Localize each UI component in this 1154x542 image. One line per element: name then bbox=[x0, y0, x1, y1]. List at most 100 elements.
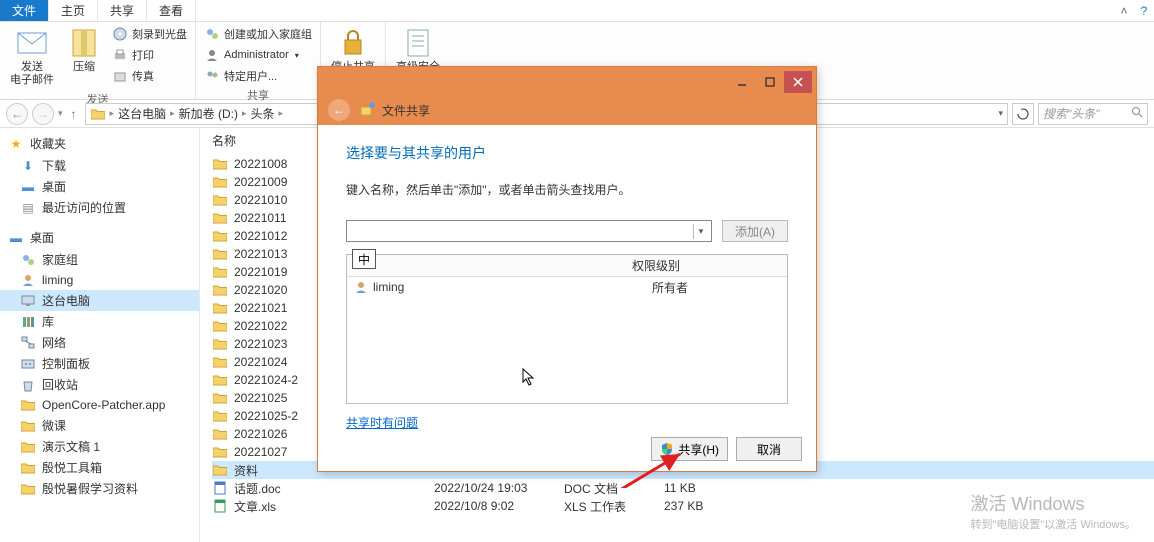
sidebar-control[interactable]: 控制面板 bbox=[0, 353, 199, 374]
sidebar-tools[interactable]: 殷悦工具箱 bbox=[0, 457, 199, 478]
user-name: liming bbox=[373, 280, 652, 294]
fax-icon bbox=[112, 68, 128, 84]
permission-table: 中 权限级别 liming 所有者 bbox=[346, 254, 788, 404]
dialog-heading: 选择要与其共享的用户 bbox=[346, 143, 788, 163]
share-button[interactable]: 共享(H) bbox=[651, 437, 728, 461]
specific-user-button[interactable]: 特定用户... bbox=[202, 67, 314, 85]
favorites-category[interactable]: ★收藏夹 bbox=[0, 132, 199, 155]
tab-home[interactable]: 主页 bbox=[49, 0, 98, 21]
folder-icon bbox=[212, 444, 228, 460]
zip-icon bbox=[68, 27, 100, 59]
sidebar-homegroup[interactable]: 家庭组 bbox=[0, 249, 199, 270]
checklist-icon bbox=[402, 27, 434, 59]
tab-file[interactable]: 文件 bbox=[0, 0, 49, 21]
sidebar-recycle[interactable]: 回收站 bbox=[0, 374, 199, 395]
sidebar-opencore[interactable]: OpenCore-Patcher.app bbox=[0, 395, 199, 415]
bc-volume[interactable]: 新加卷 (D:) bbox=[179, 105, 238, 122]
sidebar: ★收藏夹 ⬇下载 ▬桌面 ▤最近访问的位置 ▬桌面 家庭组 liming 这台电… bbox=[0, 128, 200, 542]
ribbon-collapse-icon[interactable]: ˄ bbox=[1114, 0, 1134, 21]
nav-forward-button[interactable]: → bbox=[32, 103, 54, 125]
maximize-button[interactable] bbox=[756, 71, 784, 93]
search-input[interactable]: 搜索"头条" bbox=[1038, 103, 1148, 125]
sidebar-weike[interactable]: 微课 bbox=[0, 415, 199, 436]
user-icon bbox=[20, 272, 36, 288]
disc-icon bbox=[112, 26, 128, 42]
xls-icon bbox=[212, 498, 228, 514]
lock-icon bbox=[337, 27, 369, 59]
file-share-dialog: ← 文件共享 选择要与其共享的用户 键入名称，然后单击"添加"，或者单击箭头查找… bbox=[317, 66, 817, 472]
nav-back-button[interactable]: ← bbox=[6, 103, 28, 125]
user-icon bbox=[353, 279, 369, 295]
network-icon bbox=[20, 335, 36, 351]
sidebar-libraries[interactable]: 库 bbox=[0, 311, 199, 332]
folder-icon bbox=[212, 426, 228, 442]
sidebar-demo[interactable]: 演示文稿 1 bbox=[0, 436, 199, 457]
folder-icon bbox=[212, 462, 228, 478]
homegroup-icon bbox=[204, 26, 220, 42]
folder-icon bbox=[212, 336, 228, 352]
activation-watermark: 激活 Windows 转到"电脑设置"以激活 Windows。 bbox=[971, 490, 1137, 532]
folder-icon bbox=[212, 210, 228, 226]
bc-folder[interactable]: 头条 bbox=[250, 105, 274, 122]
folder-icon bbox=[212, 318, 228, 334]
table-row[interactable]: liming 所有者 bbox=[347, 277, 787, 297]
envelope-icon bbox=[16, 27, 48, 59]
print-button[interactable]: 打印 bbox=[110, 46, 189, 64]
sidebar-recent[interactable]: ▤最近访问的位置 bbox=[0, 197, 199, 218]
chevron-down-icon[interactable]: ▾ bbox=[693, 224, 708, 239]
bc-thispc[interactable]: 这台电脑 bbox=[118, 105, 166, 122]
recent-icon: ▤ bbox=[20, 200, 36, 216]
libraries-icon bbox=[20, 314, 36, 330]
nav-recent-icon[interactable]: ▾ bbox=[58, 108, 63, 119]
printer-icon bbox=[112, 47, 128, 63]
admin-button[interactable]: Administrator▾ bbox=[202, 46, 314, 64]
trouble-link[interactable]: 共享时有问题 bbox=[346, 414, 418, 431]
folder-icon bbox=[20, 481, 36, 497]
user-combo[interactable]: ▾ bbox=[346, 220, 712, 242]
sidebar-network[interactable]: 网络 bbox=[0, 332, 199, 353]
folder-icon bbox=[212, 246, 228, 262]
add-button[interactable]: 添加(A) bbox=[722, 220, 788, 242]
col-permission[interactable]: 权限级别 bbox=[632, 257, 787, 274]
breadcrumb-dropdown-icon[interactable]: ▾ bbox=[998, 108, 1003, 119]
folder-icon bbox=[90, 106, 106, 122]
folder-icon bbox=[20, 418, 36, 434]
dialog-instruction: 键入名称，然后单击"添加"，或者单击箭头查找用户。 bbox=[346, 181, 788, 198]
tab-share[interactable]: 共享 bbox=[98, 0, 147, 21]
homegroup-icon bbox=[20, 252, 36, 268]
search-placeholder: 搜索"头条" bbox=[1043, 105, 1127, 122]
doc-icon bbox=[212, 480, 228, 496]
ime-indicator: 中 bbox=[352, 249, 376, 269]
compress-button[interactable]: 压缩 bbox=[64, 25, 104, 76]
tab-view[interactable]: 查看 bbox=[147, 0, 196, 21]
send-label: 发送 bbox=[21, 61, 43, 73]
refresh-button[interactable] bbox=[1012, 103, 1034, 125]
folder-icon bbox=[212, 228, 228, 244]
burn-button[interactable]: 刻录到光盘 bbox=[110, 25, 189, 43]
folder-icon bbox=[212, 354, 228, 370]
email-label: 电子邮件 bbox=[10, 74, 54, 86]
nav-up-button[interactable]: ↑ bbox=[67, 107, 81, 121]
dialog-back-button[interactable]: ← bbox=[328, 99, 350, 121]
folder-icon bbox=[212, 390, 228, 406]
homegroup-button[interactable]: 创建或加入家庭组 bbox=[202, 25, 314, 43]
cancel-button[interactable]: 取消 bbox=[736, 437, 802, 461]
dialog-title: 文件共享 bbox=[360, 101, 430, 120]
desktop-category[interactable]: ▬桌面 bbox=[0, 226, 199, 249]
sidebar-thispc[interactable]: 这台电脑 bbox=[0, 290, 199, 311]
close-button[interactable] bbox=[784, 71, 812, 93]
help-icon[interactable]: ? bbox=[1134, 0, 1154, 21]
search-icon bbox=[1131, 106, 1143, 121]
sidebar-desktop-fav[interactable]: ▬桌面 bbox=[0, 176, 199, 197]
folder-icon bbox=[20, 439, 36, 455]
sidebar-summer[interactable]: 殷悦暑假学习资料 bbox=[0, 478, 199, 499]
folder-icon bbox=[212, 282, 228, 298]
sidebar-downloads[interactable]: ⬇下载 bbox=[0, 155, 199, 176]
recycle-icon bbox=[20, 377, 36, 393]
folder-icon bbox=[212, 300, 228, 316]
sidebar-liming[interactable]: liming bbox=[0, 270, 199, 290]
fax-button[interactable]: 传真 bbox=[110, 67, 189, 85]
minimize-button[interactable] bbox=[728, 71, 756, 93]
folder-icon bbox=[212, 156, 228, 172]
send-email-button[interactable]: 发送电子邮件 bbox=[6, 25, 58, 89]
